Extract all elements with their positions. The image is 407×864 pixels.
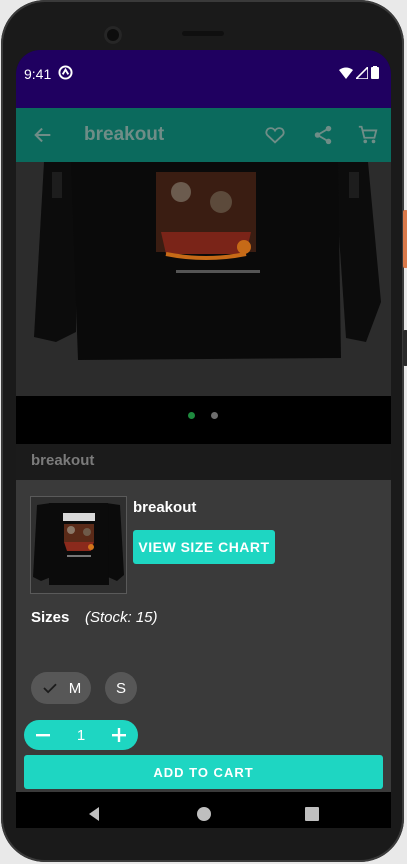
add-to-cart-sheet: breakout VIEW SIZE CHART Sizes (Stock: 1… <box>16 480 391 792</box>
shopping-cart-icon[interactable] <box>357 124 379 146</box>
add-to-cart-button[interactable]: ADD TO CART <box>24 755 383 789</box>
product-thumbnail <box>30 496 127 594</box>
product-title: breakout <box>31 452 95 469</box>
nav-recents-square-icon[interactable] <box>304 806 320 822</box>
system-nav-bar <box>16 792 391 828</box>
view-size-chart-button[interactable]: VIEW SIZE CHART <box>133 530 275 564</box>
product-image-carousel[interactable] <box>16 162 391 396</box>
product-thumbnail-image <box>31 497 126 593</box>
size-chip-m[interactable]: M <box>31 672 91 704</box>
nav-home-circle-icon[interactable] <box>196 806 212 822</box>
product-header: breakout <box>16 444 391 480</box>
heart-outline-icon[interactable] <box>264 124 286 146</box>
check-icon <box>43 683 57 694</box>
status-app-icon <box>58 65 73 80</box>
size-chip-label: S <box>115 679 126 697</box>
arrow-back-icon[interactable] <box>32 124 54 146</box>
increment-button[interactable] <box>110 726 128 744</box>
earpiece-speaker <box>182 31 224 36</box>
app-bar-title: breakout <box>84 124 165 145</box>
front-camera <box>104 26 122 44</box>
stock-label: (Stock: 15) <box>85 609 158 626</box>
pager-dot-active[interactable] <box>188 412 195 419</box>
share-icon[interactable] <box>312 124 334 146</box>
signal-icon <box>356 66 368 79</box>
status-icons <box>339 66 379 79</box>
quantity-stepper: 1 <box>24 720 138 750</box>
screen: 9:41 breakout breakout breakout VIEW SIZ… <box>16 50 391 828</box>
sizes-label: Sizes <box>31 609 70 626</box>
pager-dot[interactable] <box>211 412 218 419</box>
carousel-pager <box>16 396 391 444</box>
volume-button <box>403 330 407 366</box>
decrement-button[interactable] <box>34 726 52 744</box>
product-image <box>16 162 391 396</box>
wifi-icon <box>339 67 353 79</box>
status-bar: 9:41 <box>16 50 391 108</box>
size-chip-s[interactable]: S <box>105 672 137 704</box>
phone-frame: 9:41 breakout breakout breakout VIEW SIZ… <box>1 0 407 862</box>
plus-icon <box>112 728 126 742</box>
power-button <box>403 210 407 268</box>
app-bar: breakout <box>16 108 391 162</box>
size-chip-label: M <box>68 679 82 697</box>
minus-icon <box>36 734 50 737</box>
status-time: 9:41 <box>24 66 52 82</box>
battery-icon <box>371 66 379 79</box>
sheet-product-name: breakout <box>133 499 197 516</box>
quantity-value: 1 <box>76 726 86 744</box>
nav-back-triangle-icon[interactable] <box>86 806 102 822</box>
